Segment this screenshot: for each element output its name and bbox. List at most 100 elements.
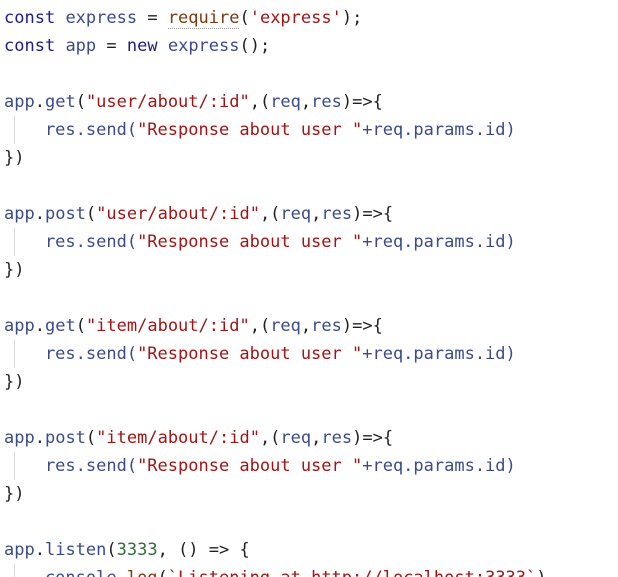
code-line[interactable]: const express = require('express'); (4, 4, 547, 32)
code-token-punct: , (300, 92, 312, 112)
code-token-punct: )=>{ (352, 428, 394, 448)
code-line[interactable]: const app = new express(); (4, 32, 547, 60)
code-line[interactable]: ​ (4, 284, 547, 312)
code-line[interactable]: ​ (4, 396, 547, 424)
code-token-punct: , () => { (157, 540, 250, 560)
code-token-string: "Response about user " (137, 232, 363, 252)
code-token-string: "Response about user " (137, 120, 363, 140)
code-token-string: "Response about user " (137, 344, 363, 364)
code-token-keyword: const (4, 8, 56, 28)
code-line[interactable]: app.post("user/about/:id",(req,res)=>{ (4, 200, 547, 228)
code-token-param: req (270, 316, 301, 336)
code-token-punct: )=>{ (352, 204, 394, 224)
code-token-punct: . (34, 316, 45, 336)
code-token-var: app (4, 204, 35, 224)
code-token-punct: , (311, 428, 322, 448)
code-token-punct: , (311, 204, 322, 224)
code-token-var: app (65, 36, 97, 56)
code-token-string: "item/about/:id" (85, 316, 250, 336)
code-token-punct: ,( (249, 92, 271, 112)
code-token-var: res.send( (4, 456, 138, 476)
code-token-punct: ( (239, 8, 250, 28)
code-token-punct: ( (106, 540, 117, 560)
code-token-param: req (270, 92, 301, 112)
code-line[interactable]: app.get("user/about/:id",(req,res)=>{ (4, 88, 547, 116)
code-token-param: req (280, 428, 312, 448)
code-token-plain: = (137, 8, 168, 28)
code-token-punct: , (300, 316, 312, 336)
code-token-punct: ); (341, 8, 363, 28)
code-token-punct: }) (4, 260, 25, 280)
code-line[interactable]: res.send("Response about user "+req.para… (4, 228, 547, 256)
code-token-punct: )=>{ (341, 316, 383, 336)
code-line[interactable]: }) (4, 256, 547, 284)
code-token-var: app (4, 428, 35, 448)
code-line[interactable]: ​ (4, 508, 547, 536)
code-line[interactable]: res.send("Response about user "+req.para… (4, 452, 547, 480)
code-token-var: console. (4, 568, 127, 577)
code-line[interactable]: ​ (4, 60, 547, 88)
code-line[interactable]: app.get("item/about/:id",(req,res)=>{ (4, 312, 547, 340)
code-token-punct: ( (85, 204, 97, 224)
code-line[interactable]: }) (4, 480, 547, 508)
code-token-var: res.send( (4, 344, 138, 364)
code-token-var: +req.params.id) (362, 232, 516, 252)
code-token-var: post (44, 204, 86, 224)
code-token-punct: ,( (249, 316, 271, 336)
code-token-string: 'express' (249, 8, 342, 28)
code-token-punct: ( (75, 92, 86, 112)
code-token-var: res.send( (4, 232, 138, 252)
code-token-punct: ( (85, 428, 97, 448)
code-token-punct: ) (536, 568, 546, 577)
code-token-param: res (321, 428, 353, 448)
code-token-punct: }) (4, 372, 25, 392)
code-token-var: express (167, 36, 240, 56)
code-line[interactable]: res.send("Response about user "+req.para… (4, 116, 547, 144)
code-token-var: get (44, 92, 76, 112)
code-token-plain: = (96, 36, 127, 56)
code-token-punct: (); (239, 36, 271, 56)
code-token-var: +req.params.id) (362, 456, 516, 476)
code-token-keyword: new (126, 36, 158, 56)
code-line[interactable]: }) (4, 368, 547, 396)
code-line[interactable]: }) (4, 144, 547, 172)
code-token-var: +req.params.id) (362, 120, 516, 140)
code-token-var: app (4, 92, 35, 112)
code-line[interactable]: app.post("item/about/:id",(req,res)=>{ (4, 424, 547, 452)
code-line[interactable]: app.listen(3333, () => { (4, 536, 547, 564)
code-token-punct: ( (158, 568, 168, 577)
code-token-punct: }) (4, 148, 25, 168)
code-token-punct: . (34, 204, 45, 224)
code-token-func: log (127, 568, 158, 577)
code-token-param: res (321, 204, 353, 224)
code-token-string: "item/about/:id" (96, 428, 260, 448)
code-token-punct: ,( (259, 204, 281, 224)
code-token-var: post (44, 428, 86, 448)
code-token-punct: . (34, 540, 45, 560)
code-line[interactable]: ​ (4, 172, 547, 200)
code-token-param: res (311, 316, 342, 336)
code-token-punct: ,( (259, 428, 281, 448)
code-line[interactable]: console.log(`Listening at http://localho… (4, 564, 547, 577)
code-token-var: listen (44, 540, 107, 560)
code-token-var: express (65, 8, 138, 28)
code-token-string: "user/about/:id" (96, 204, 260, 224)
code-token-var: get (44, 316, 76, 336)
code-token-string: "user/about/:id" (85, 92, 250, 112)
code-token-param: res (311, 92, 342, 112)
code-token-var: app (4, 316, 35, 336)
code-token-punct: ( (75, 316, 86, 336)
code-token-punct: )=>{ (341, 92, 383, 112)
code-area[interactable]: const express = require('express'); const… (4, 4, 547, 577)
code-token-var: +req.params.id) (362, 344, 516, 364)
code-token-string: "Response about user " (137, 456, 363, 476)
code-token-func: require (167, 8, 240, 29)
code-token-punct: }) (4, 484, 25, 504)
code-line[interactable]: res.send("Response about user "+req.para… (4, 340, 547, 368)
code-token-var: res.send( (4, 120, 138, 140)
code-token-string: `Listening at http://localhost:3333` (168, 568, 536, 577)
code-editor[interactable]: const express = require('express'); const… (0, 0, 618, 577)
